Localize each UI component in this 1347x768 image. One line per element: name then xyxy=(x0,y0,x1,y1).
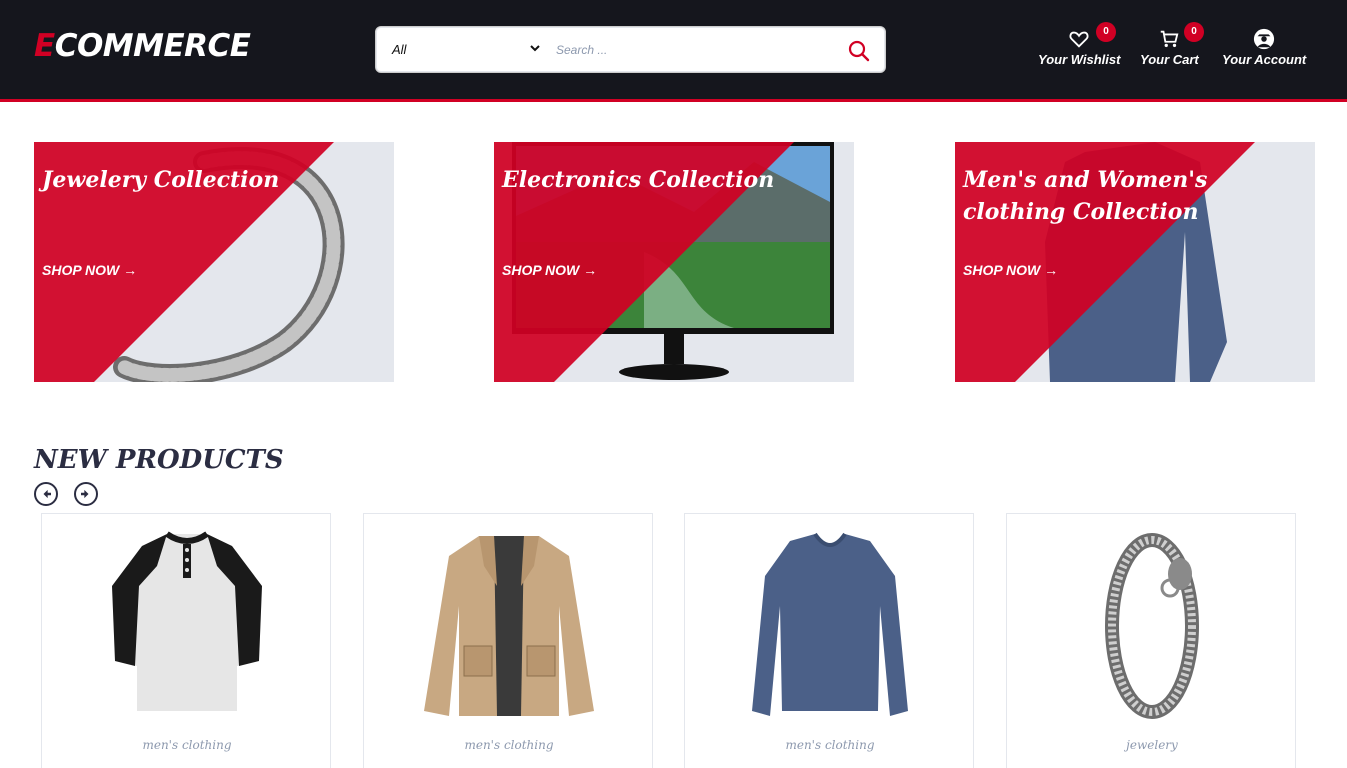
category-select[interactable]: All xyxy=(392,42,542,60)
jacket-image xyxy=(424,536,594,716)
logo-accent-letter: E xyxy=(34,28,55,64)
top-header: ECOMMERCE All 0 Your Wishlist 0 Your Car… xyxy=(0,0,1347,99)
shop-now-link[interactable]: SHOP NOW → xyxy=(963,262,1058,278)
collection-clothing[interactable]: Men's and Women's clothing Collection SH… xyxy=(955,142,1315,382)
header-accent-line xyxy=(0,99,1347,102)
product-card[interactable]: men's clothing xyxy=(363,513,653,768)
arrow-left-icon[interactable] xyxy=(34,482,58,506)
collection-jewelery[interactable]: Jewelery Collection SHOP NOW → xyxy=(34,142,394,382)
search-input[interactable] xyxy=(556,39,816,61)
wishlist-link[interactable]: 0 Your Wishlist xyxy=(1038,22,1121,67)
search-icon[interactable] xyxy=(844,36,874,66)
collection-electronics[interactable]: Electronics Collection SHOP NOW → xyxy=(494,142,854,382)
cart-icon xyxy=(1161,30,1179,48)
product-category: men's clothing xyxy=(464,738,554,752)
section-title: NEW PRODUCTS xyxy=(34,445,284,475)
collection-title: Men's and Women's clothing Collection xyxy=(963,167,1208,225)
cart-link[interactable]: 0 Your Cart xyxy=(1140,22,1204,67)
long-sleeve-shirt-image xyxy=(752,532,908,716)
raglan-shirt-image xyxy=(112,531,262,711)
cart-count-badge: 0 xyxy=(1184,22,1204,42)
account-link[interactable]: Your Account xyxy=(1222,28,1306,67)
chevron-down-icon[interactable] xyxy=(528,41,542,55)
product-card[interactable]: men's clothing xyxy=(684,513,974,768)
product-card[interactable]: jewelery xyxy=(1006,513,1296,768)
site-logo[interactable]: ECOMMERCE xyxy=(34,28,251,64)
wishlist-count-badge: 0 xyxy=(1096,22,1116,42)
account-label: Your Account xyxy=(1222,52,1307,67)
logo-text: COMMERCE xyxy=(54,28,251,64)
search-bar: All xyxy=(375,26,886,73)
user-icon xyxy=(1254,28,1275,50)
product-category: men's clothing xyxy=(785,738,875,752)
arrow-right-icon[interactable] xyxy=(74,482,98,506)
bracelet-image xyxy=(1105,533,1199,719)
product-card[interactable]: men's clothing xyxy=(41,513,331,768)
product-category: men's clothing xyxy=(142,738,232,752)
heart-icon xyxy=(1069,31,1089,48)
cart-label: Your Cart xyxy=(1140,52,1199,67)
shop-now-link[interactable]: SHOP NOW → xyxy=(42,262,137,278)
collection-title: Electronics Collection xyxy=(502,167,775,193)
wishlist-label: Your Wishlist xyxy=(1038,52,1121,67)
product-category: jewelery xyxy=(1126,738,1178,752)
shop-now-link[interactable]: SHOP NOW → xyxy=(502,262,597,278)
collection-title: Jewelery Collection xyxy=(42,167,280,193)
